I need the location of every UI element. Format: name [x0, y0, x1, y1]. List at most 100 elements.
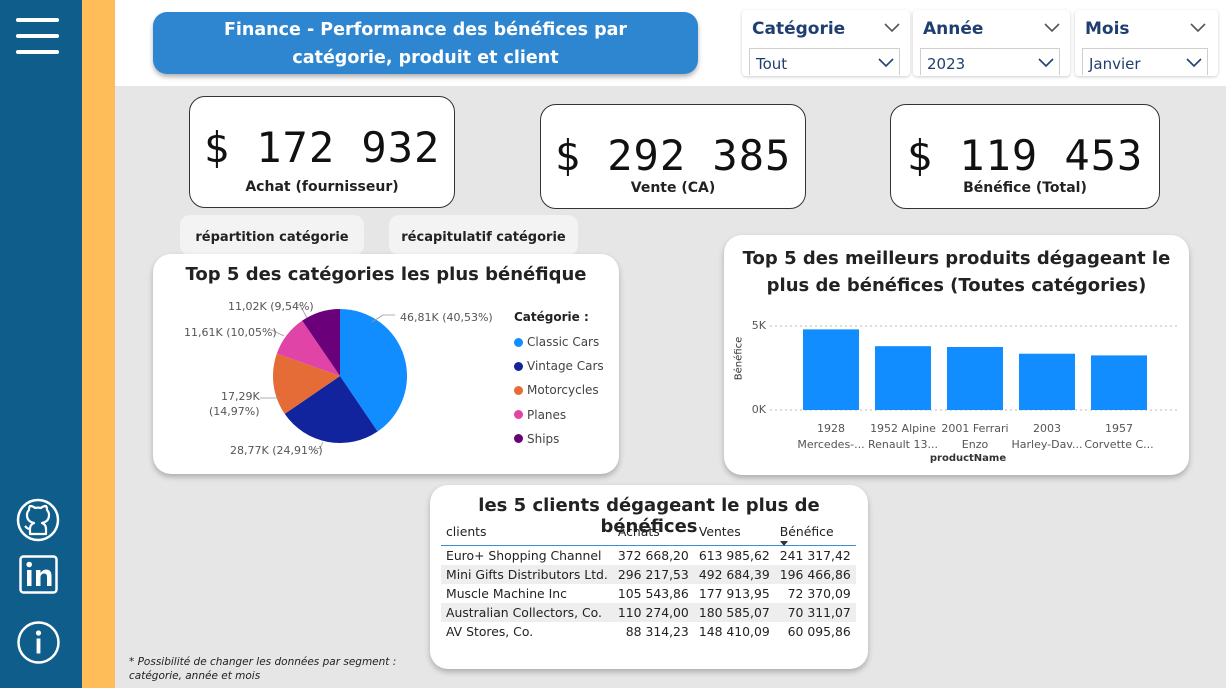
legend-item[interactable]: Planes [514, 403, 604, 427]
table-cell-number: 105 543,86 [617, 586, 689, 601]
slicer-label: Année [923, 19, 984, 39]
chevron-down-icon[interactable] [884, 23, 900, 33]
table-row[interactable]: AV Stores, Co. 88 314,23 148 410,09 60 095,… [441, 622, 856, 641]
bar[interactable] [875, 346, 931, 410]
legend-item[interactable]: Classic Cars [514, 330, 604, 354]
column-header-achats[interactable]: Achats [612, 522, 694, 546]
table-row[interactable]: Euro+ Shopping Channel 372 668,20 613 985,… [441, 546, 856, 566]
pie-data-label: 17,29K [221, 390, 260, 403]
table-cell-number: 241 317,42 [779, 548, 851, 563]
pie-data-label: 28,77K (24,91%) [230, 444, 323, 457]
table-cell-client: Euro+ Shopping Channel [446, 548, 602, 563]
kpi-label: Bénéfice (Total) [963, 180, 1087, 196]
table-cell-number: 60 095,86 [787, 624, 851, 639]
linkedin-icon[interactable] [19, 555, 59, 595]
legend-dot [514, 361, 523, 371]
info-icon[interactable] [16, 620, 61, 665]
table-cell-number: 148 410,09 [698, 624, 770, 639]
bar[interactable] [947, 347, 1003, 410]
pie-data-label: 11,61K (10,05%) [184, 326, 277, 339]
hamburger-icon[interactable] [0, 14, 82, 60]
table-row[interactable]: Muscle Machine Inc 105 543,86 177 913,95 72… [441, 584, 856, 603]
slicer-dropdown[interactable]: Janvier [1082, 48, 1208, 75]
column-header-benefice-label: Bénéfice [779, 524, 834, 539]
legend-label: Planes [527, 407, 567, 422]
y-axis-title: Bénéfice [733, 336, 745, 381]
month-slicer[interactable]: Mois Janvier [1075, 10, 1218, 76]
accent-stripe [82, 0, 115, 688]
table-cell-number: 196 466,86 [774, 565, 856, 584]
table-cell-number: 88 314,23 [625, 624, 689, 639]
kpi-label: Vente (CA) [630, 180, 716, 196]
footnote-line-1: * Possibilité de changer les données par… [129, 656, 397, 668]
kpi-card-sales: $ 292 385 Vente (CA) [540, 104, 806, 209]
slicer-dropdown[interactable]: 2023 [920, 48, 1060, 75]
legend-label: Vintage Cars [527, 359, 604, 374]
category-slicer[interactable]: Catégorie Tout [742, 10, 910, 76]
clients-table: clients Achats Ventes Bénéfice Euro+ Sho… [441, 522, 856, 641]
chevron-down-icon[interactable] [1038, 58, 1054, 68]
y-tick-label: 0K [751, 403, 766, 416]
table-cell-client: Muscle Machine Inc [446, 586, 567, 601]
chevron-down-icon[interactable] [1044, 23, 1060, 33]
legend-item[interactable]: Ships [514, 427, 604, 451]
table-cell-number: 110 274,00 [612, 603, 694, 622]
table-cell-number: 70 311,07 [774, 603, 856, 622]
legend-item[interactable]: Motorcycles [514, 378, 604, 402]
tab-category-summary[interactable]: récapitulatif catégorie [389, 215, 578, 255]
bar[interactable] [803, 329, 859, 410]
bar[interactable] [1091, 355, 1147, 410]
slicer-value: Janvier [1089, 55, 1141, 73]
footnote-line-2: catégorie, année et mois [129, 670, 261, 682]
slicer-dropdown[interactable]: Tout [749, 48, 900, 75]
kpi-card-purchase: $ 172 932 Achat (fournisseur) [189, 96, 455, 208]
slicer-value: Tout [756, 55, 788, 73]
chevron-down-icon[interactable] [878, 58, 894, 68]
x-tick-label: 1957 Corvette C... [1084, 422, 1154, 451]
page-title: Finance - Performance des bénéfices par … [153, 12, 698, 74]
sort-desc-icon[interactable] [779, 541, 788, 547]
pie-chart-card: Top 5 des catégories les plus bénéfique … [153, 254, 619, 474]
github-icon[interactable] [16, 498, 60, 542]
pie-legend: Catégorie : Classic Cars Vintage Cars Moto… [514, 310, 604, 451]
chevron-down-icon[interactable] [1186, 58, 1202, 68]
sidebar [0, 0, 82, 688]
table-cell-client: Australian Collectors, Co. [441, 603, 613, 622]
kpi-value: $ 292 385 [554, 131, 792, 180]
title-line-1: Finance - Performance des bénéfices par [223, 20, 628, 40]
pie-data-label: 11,02K (9,54%) [228, 300, 314, 313]
legend-dot [514, 434, 523, 444]
table-cell-client: AV Stores, Co. [446, 624, 534, 639]
legend-item[interactable]: Vintage Cars [514, 354, 604, 378]
legend-title: Catégorie : [514, 310, 589, 324]
legend-dot [514, 385, 523, 395]
footnote: * Possibilité de changer les données par… [129, 655, 396, 683]
slicer-label: Catégorie [752, 19, 846, 39]
legend-label: Classic Cars [527, 335, 600, 350]
kpi-value: $ 119 453 [906, 131, 1144, 180]
y-tick-label: 5K [751, 319, 766, 332]
bar[interactable] [1019, 353, 1075, 410]
pie-data-label: 46,81K (40,53%) [400, 311, 493, 324]
chevron-down-icon[interactable] [1190, 23, 1206, 33]
pie-data-label: (14,97%) [209, 405, 260, 418]
table-cell-number: 613 985,62 [698, 548, 770, 563]
table-cell-client: Mini Gifts Distributors Ltd. [441, 565, 613, 584]
kpi-value: $ 172 932 [203, 123, 441, 172]
column-header-ventes[interactable]: Ventes [693, 522, 775, 546]
tab-category-breakdown[interactable]: répartition catégorie [180, 215, 364, 255]
year-slicer[interactable]: Année 2023 [913, 10, 1070, 76]
legend-label: Ships [527, 431, 560, 446]
table-cell-number: 372 668,20 [617, 548, 689, 563]
table-cell-number: 492 684,39 [693, 565, 775, 584]
table-row[interactable]: Australian Collectors, Co. 110 274,00 180 … [441, 603, 856, 622]
table-cell-number: 180 585,07 [693, 603, 775, 622]
x-axis-title: productName [929, 453, 1007, 464]
bar-chart-card: Top 5 des meilleurs produits dégageant l… [724, 235, 1189, 475]
table-row[interactable]: Mini Gifts Distributors Ltd. 296 217,53 49… [441, 565, 856, 584]
column-header-benefice[interactable]: Bénéfice [774, 522, 856, 547]
table-cell-number: 296 217,53 [612, 565, 694, 584]
slicer-value: 2023 [927, 55, 966, 73]
column-header-clients[interactable]: clients [441, 522, 613, 546]
title-line-2: catégorie, produit et client [292, 48, 559, 68]
